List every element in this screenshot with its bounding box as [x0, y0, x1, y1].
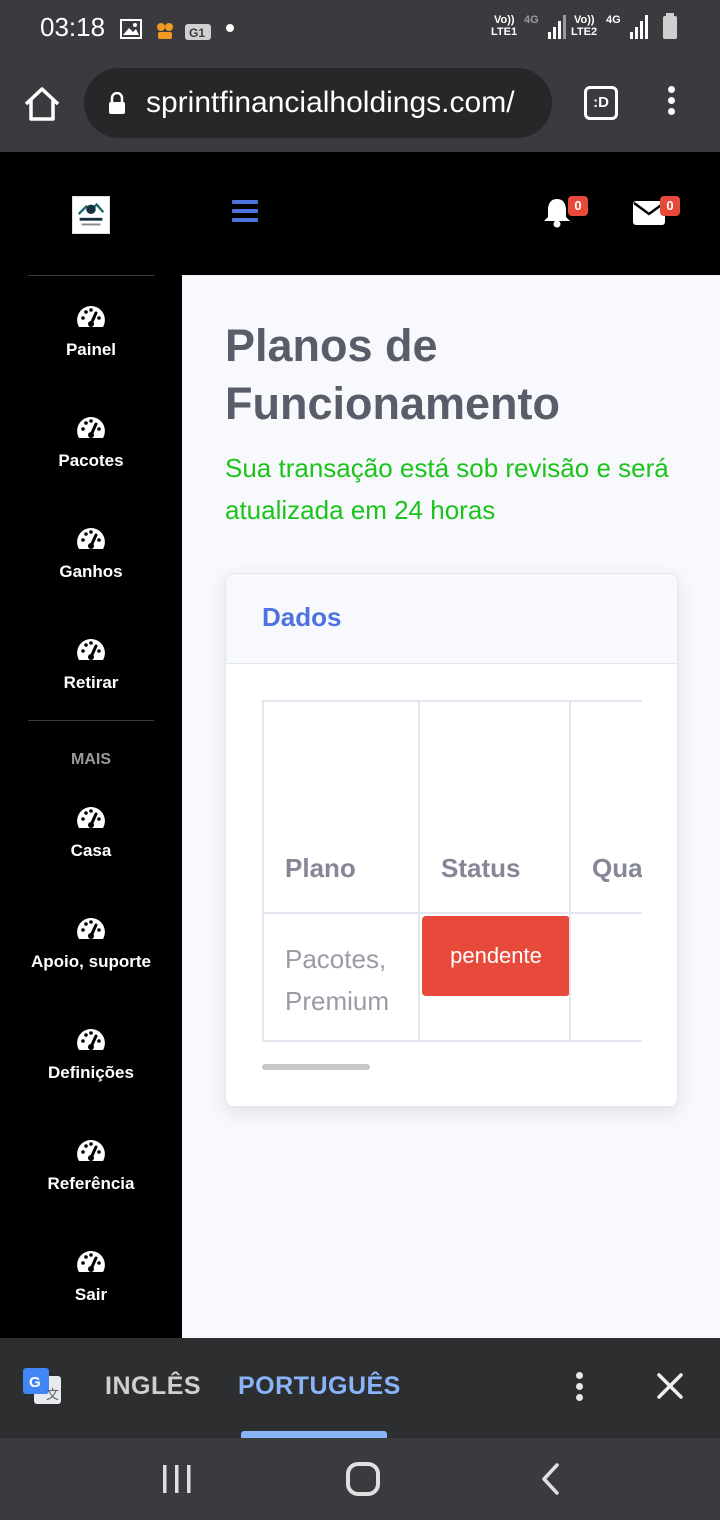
sim2-lte-label: LTE2 — [571, 26, 598, 38]
home-button-icon[interactable] — [346, 1462, 380, 1496]
g1-app-icon: G1 — [185, 24, 211, 40]
recent-apps-icon[interactable] — [160, 1464, 194, 1494]
sidebar-item-label: Referência — [47, 1174, 135, 1193]
svg-text:G: G — [29, 1374, 41, 1391]
plans-table: Plano Status Qua Pacotes, Premium penden… — [262, 700, 642, 1042]
app-notification-icon — [157, 23, 173, 39]
tachometer-icon — [77, 1140, 105, 1161]
browser-menu-icon[interactable] — [664, 86, 678, 122]
sidebar-item-referencia[interactable]: Referência — [0, 1138, 182, 1218]
sidebar-item-label: Ganhos — [59, 562, 123, 581]
battery-icon — [663, 13, 677, 39]
tachometer-icon — [77, 417, 105, 438]
column-header-plano: Plano — [262, 700, 420, 914]
tab-switcher-button[interactable]: :D — [584, 86, 618, 120]
sidebar-heading-more: MAIS — [71, 751, 111, 768]
sidebar-divider — [28, 720, 154, 721]
sidebar-item-casa[interactable]: Casa — [0, 805, 182, 885]
sim2-network-label: 4G — [606, 14, 621, 26]
svg-text:G1: G1 — [189, 26, 205, 40]
status-bar: 03:18 G1 Vo)) LTE1 4G Vo)) LTE2 4G — [0, 0, 720, 56]
card-title: Dados — [262, 602, 342, 632]
lock-icon[interactable] — [108, 92, 126, 114]
table-row: Pacotes, Premium pendente — [262, 912, 642, 1042]
status-badge: pendente — [422, 916, 570, 996]
address-bar[interactable]: sprintfinancialholdings.com/ — [84, 68, 552, 138]
sidebar-item-sair[interactable]: Sair — [0, 1249, 182, 1329]
translate-bar: G 文 INGLÊS PORTUGUÊS — [0, 1338, 720, 1438]
svg-text:文: 文 — [46, 1387, 59, 1402]
notification-dot-icon — [226, 24, 234, 32]
google-translate-icon: G 文 — [23, 1368, 61, 1404]
sidebar-item-label: Casa — [70, 841, 112, 860]
browser-toolbar: sprintfinancialholdings.com/ :D — [0, 56, 720, 152]
messages-badge: 0 — [660, 196, 680, 216]
horizontal-scrollbar[interactable] — [262, 1064, 370, 1070]
sim1-network-label: 4G — [524, 14, 539, 26]
table-scroll-container[interactable]: Plano Status Qua Pacotes, Premium penden… — [262, 700, 642, 1044]
sidebar-item-label: Apoio, suporte — [31, 952, 151, 971]
url-text[interactable]: sprintfinancialholdings.com/ — [146, 86, 515, 120]
sidebar: Painel Pacotes Ganhos Retirar MAIS Casa … — [0, 275, 182, 1338]
sidebar-item-painel[interactable]: Painel — [0, 304, 182, 384]
site-logo[interactable] — [72, 196, 110, 234]
tachometer-icon — [77, 1029, 105, 1050]
tachometer-icon — [77, 1251, 105, 1272]
status-time: 03:18 — [40, 12, 106, 42]
sidebar-divider — [28, 275, 154, 276]
sidebar-toggle-icon[interactable] — [232, 200, 258, 222]
gallery-icon — [120, 19, 142, 39]
system-navigation-bar — [0, 1438, 720, 1520]
sidebar-item-retirar[interactable]: Retirar — [0, 637, 182, 717]
plan-cell: Pacotes, Premium — [262, 912, 420, 1042]
sim2-volte-label: Vo)) — [574, 14, 595, 26]
home-icon[interactable] — [22, 84, 62, 124]
target-language-tab[interactable]: PORTUGUÊS — [238, 1372, 401, 1401]
main-content: Planos de Funcionamento Sua transação es… — [182, 275, 720, 1338]
data-card: Dados Plano Status Qua Pacotes, Premium — [225, 573, 678, 1107]
quantity-cell — [569, 912, 642, 1042]
app-topbar: 0 0 — [0, 152, 720, 275]
tachometer-icon — [77, 639, 105, 660]
review-notice: Sua transação está sob revisão e será at… — [225, 453, 669, 525]
sidebar-item-label: Painel — [65, 340, 117, 359]
tachometer-icon — [77, 807, 105, 828]
signal-icon — [548, 15, 566, 39]
table-header-row: Plano Status Qua — [262, 700, 642, 914]
sidebar-item-label: Retirar — [63, 673, 119, 692]
signal-icon — [630, 15, 648, 39]
column-header-status: Status — [418, 700, 571, 914]
active-language-indicator — [241, 1431, 387, 1438]
status-cell: pendente — [418, 912, 571, 1042]
notifications-badge: 0 — [568, 196, 588, 216]
sidebar-item-definicoes[interactable]: Definições — [0, 1027, 182, 1107]
sidebar-item-label: Pacotes — [58, 451, 124, 470]
sidebar-item-ganhos[interactable]: Ganhos — [0, 526, 182, 606]
column-header-quantity: Qua — [569, 700, 642, 914]
sidebar-item-label: Sair — [74, 1285, 108, 1304]
sidebar-item-apoio-suporte[interactable]: Apoio, suporte — [0, 916, 182, 996]
back-icon[interactable] — [536, 1462, 566, 1496]
sim1-lte-label: LTE1 — [491, 26, 518, 38]
sim1-volte-label: Vo)) — [494, 14, 515, 26]
sidebar-item-label: Definições — [48, 1063, 134, 1082]
card-header: Dados — [226, 574, 677, 664]
close-icon[interactable] — [656, 1372, 684, 1400]
tachometer-icon — [77, 306, 105, 327]
page-title: Planos de Funcionamento — [225, 320, 560, 429]
sidebar-item-pacotes[interactable]: Pacotes — [0, 415, 182, 495]
source-language-tab[interactable]: INGLÊS — [105, 1372, 201, 1401]
tachometer-icon — [77, 918, 105, 939]
translate-menu-icon[interactable] — [574, 1372, 584, 1404]
tachometer-icon — [77, 528, 105, 549]
